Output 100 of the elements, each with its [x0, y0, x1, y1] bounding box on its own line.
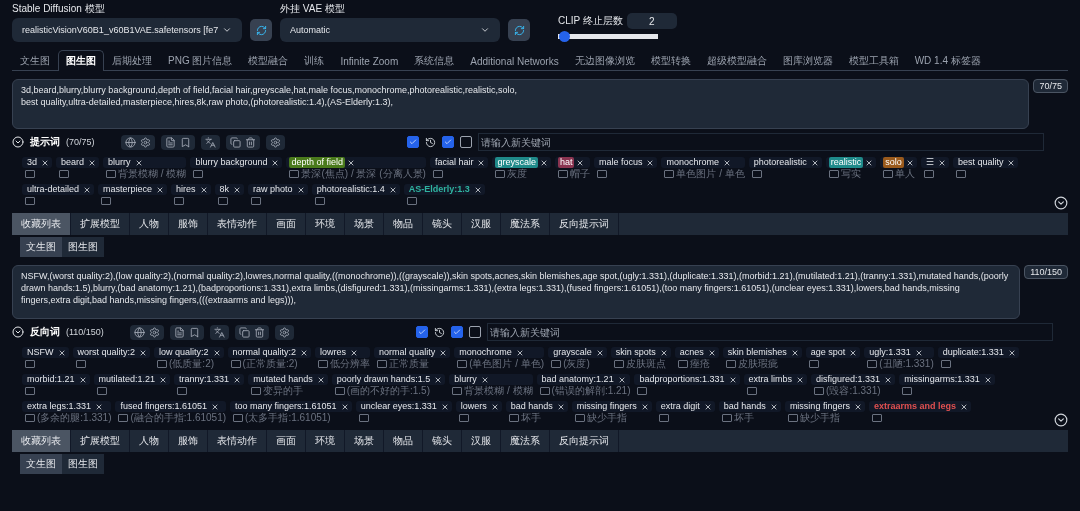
- remove-button[interactable]: [796, 375, 805, 384]
- tag-chip[interactable]: normal quality: [374, 347, 451, 358]
- slider-thumb[interactable]: [559, 31, 570, 42]
- tag-chip[interactable]: poorly drawn hands:1.5: [331, 374, 446, 385]
- tag-chip[interactable]: blurry: [449, 374, 533, 385]
- category-tab[interactable]: 收藏列表: [12, 430, 71, 452]
- tag-chip[interactable]: bad hands: [718, 401, 781, 412]
- model-select[interactable]: realisticVisionV60B1_v60B1VAE.safetensors [fe7: [12, 18, 242, 42]
- refresh-button[interactable]: [250, 19, 272, 41]
- remove-button[interactable]: [723, 158, 731, 167]
- tab[interactable]: 文生图: [12, 50, 58, 71]
- tab[interactable]: PNG 图片信息: [160, 50, 241, 71]
- tag-chip[interactable]: monochrome: [454, 347, 545, 358]
- caret-icon[interactable]: [480, 25, 490, 35]
- tag-chip[interactable]: AS-Elderly:1.3: [403, 184, 485, 195]
- tag-chip[interactable]: normal quality:2: [227, 347, 312, 358]
- copy-icon[interactable]: [237, 325, 251, 339]
- caret-icon[interactable]: [222, 25, 232, 35]
- tag-chip[interactable]: extra legs:1.331: [22, 401, 112, 412]
- tag-chip[interactable]: missingarms:1.331: [899, 374, 995, 385]
- remove-button[interactable]: [316, 375, 325, 384]
- slider[interactable]: [558, 31, 658, 42]
- copy-icon[interactable]: [228, 135, 242, 149]
- category-tab[interactable]: 场景: [345, 213, 384, 235]
- remove-button[interactable]: [790, 348, 799, 357]
- checkbox[interactable]: [450, 326, 463, 338]
- checkbox[interactable]: [441, 136, 454, 148]
- tag-chip[interactable]: raw photo: [248, 184, 308, 195]
- remove-button[interactable]: [1007, 348, 1016, 357]
- subtab[interactable]: 图生图: [62, 454, 104, 474]
- refresh-icon[interactable]: [255, 24, 267, 36]
- tag-chip[interactable]: depth of field: [286, 157, 426, 168]
- trash-icon[interactable]: [252, 325, 266, 339]
- tag-chip[interactable]: bad anatomy:1.21: [536, 374, 631, 385]
- globe-icon[interactable]: [132, 325, 146, 339]
- tag-chip[interactable]: facial hair: [429, 157, 489, 168]
- collapse-icon[interactable]: [12, 136, 24, 148]
- remove-button[interactable]: [88, 158, 97, 167]
- remove-button[interactable]: [233, 375, 242, 384]
- tab[interactable]: 图生图: [58, 50, 104, 71]
- tab[interactable]: 无边图像浏览: [566, 50, 643, 71]
- settings-icon[interactable]: [268, 135, 282, 149]
- remove-button[interactable]: [595, 348, 604, 357]
- category-tab[interactable]: 人物: [130, 430, 169, 452]
- remove-button[interactable]: [440, 402, 449, 411]
- settings-icon[interactable]: [277, 325, 291, 339]
- keyword-search-field[interactable]: 请输入新关键词: [486, 323, 1053, 341]
- remove-button[interactable]: [865, 158, 874, 167]
- remove-button[interactable]: [434, 375, 443, 384]
- remove-button[interactable]: [340, 402, 349, 411]
- category-tab[interactable]: 汉服: [462, 430, 501, 452]
- remove-button[interactable]: [983, 375, 992, 384]
- collapse-icon[interactable]: [1054, 413, 1068, 427]
- tab[interactable]: 超级模型融合: [698, 50, 775, 71]
- category-tab[interactable]: 表情动作: [208, 430, 267, 452]
- tag-chip[interactable]: lowres: [315, 347, 371, 358]
- remove-button[interactable]: [905, 158, 914, 167]
- keyword-search-field[interactable]: 请输入新关键词: [477, 133, 1044, 151]
- category-tab[interactable]: 扩展模型: [71, 213, 130, 235]
- globe-icon[interactable]: [123, 135, 137, 149]
- tag-chip[interactable]: badproportions:1.331: [634, 374, 740, 385]
- tab[interactable]: 模型工具箱: [840, 50, 907, 71]
- tag-chip[interactable]: hat: [554, 157, 590, 168]
- checkbox[interactable]: [459, 136, 472, 148]
- prompt-field[interactable]: 3d,beard,blurry,blurry background,depth of field,facial hair,greyscale,hat,male focus,monochrome,photorealistic,realistic,solo, best quality,ultra-detailed,masterpiece,hires,8k,raw photo,(photorealistic:1.4),(AS-Elderly:1.3),: [12, 79, 1030, 129]
- remove-button[interactable]: [769, 402, 778, 411]
- tag-chip[interactable]: missing fingers: [571, 401, 652, 412]
- category-tab[interactable]: 魔法系: [501, 430, 550, 452]
- remove-button[interactable]: [937, 158, 946, 167]
- subtab[interactable]: 文生图: [20, 454, 62, 474]
- category-tab[interactable]: 魔法系: [501, 213, 550, 235]
- category-tab[interactable]: 画面: [267, 430, 306, 452]
- tag-chip[interactable]: realistic: [825, 157, 877, 168]
- tag-chip[interactable]: greyscale: [492, 157, 551, 168]
- tag-chip[interactable]: best quality: [952, 157, 1019, 168]
- tag-chip[interactable]: photorealistic:1.4: [311, 184, 400, 195]
- tag-chip[interactable]: duplicate:1.331: [937, 347, 1019, 358]
- remove-button[interactable]: [134, 158, 143, 167]
- remove-button[interactable]: [853, 402, 862, 411]
- collapse-icon[interactable]: [1054, 196, 1068, 210]
- category-tab[interactable]: 物品: [384, 213, 423, 235]
- remove-button[interactable]: [477, 158, 486, 167]
- remove-button[interactable]: [576, 158, 585, 167]
- category-tab[interactable]: 镜头: [423, 430, 462, 452]
- trash-icon[interactable]: [243, 135, 257, 149]
- tag-chip[interactable]: NSFW: [22, 347, 69, 358]
- remove-button[interactable]: [233, 185, 242, 194]
- tag-chip[interactable]: extraarms and legs: [868, 401, 971, 412]
- remove-button[interactable]: [41, 158, 49, 167]
- category-tab[interactable]: 服饰: [169, 430, 208, 452]
- category-tab[interactable]: 物品: [384, 430, 423, 452]
- document-icon[interactable]: [163, 135, 177, 149]
- tag-chip[interactable]: solo: [880, 157, 917, 168]
- tag-chip[interactable]: ☰: [920, 157, 949, 168]
- prompt-field[interactable]: NSFW,(worst quality:2),(low quality:2),(normal quality:2),lowres,normal quality,((monochrome)),((grayscale)),skin spots,acnes,skin blemishes,age spot,(ugly:1.331),(duplicate:1.331),(morbid:1.21),(mutilated:1.21),(tranny:1.331),mutated hands,(poorly drawn hands:1.5),blurry,(bad anatomy:1.21),(badproportions:1.331),extra limbs,(disfigured:1.331),(missingarms:1.331),(extra legs:1.331),(fused fingers:1.61051),(too many fingers:1.61051),(unclear eyes:1.331),lowers,bad hands,missing fingers,extra digit,bad hands,missing fingers,(((extraarms and legs))),: [12, 265, 1021, 319]
- category-tab[interactable]: 镜头: [423, 213, 462, 235]
- subtab[interactable]: 图生图: [62, 237, 104, 257]
- tab[interactable]: 训练: [296, 50, 333, 71]
- remove-button[interactable]: [350, 348, 359, 357]
- remove-button[interactable]: [703, 402, 712, 411]
